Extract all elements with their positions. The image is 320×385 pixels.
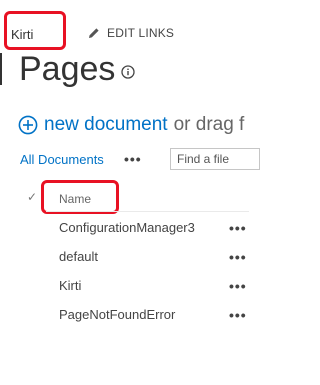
highlight-box-name bbox=[41, 180, 119, 214]
new-document-row: new document or drag f bbox=[18, 114, 244, 136]
row-menu-button[interactable]: ••• bbox=[229, 307, 247, 323]
header-divider bbox=[46, 211, 249, 212]
drag-files-text: or drag f bbox=[173, 114, 245, 135]
info-icon[interactable] bbox=[121, 65, 135, 79]
row-menu-button[interactable]: ••• bbox=[229, 278, 247, 294]
plus-circle-icon[interactable] bbox=[18, 115, 38, 135]
page-title: Pages bbox=[19, 50, 116, 88]
row-menu-button[interactable]: ••• bbox=[229, 220, 247, 236]
view-more-button[interactable]: ••• bbox=[124, 151, 142, 167]
page-title-accent bbox=[0, 53, 2, 85]
file-name-link[interactable]: default bbox=[59, 249, 98, 264]
file-name-link[interactable]: PageNotFoundError bbox=[59, 307, 175, 322]
file-name-link[interactable]: ConfigurationManager3 bbox=[59, 220, 195, 235]
view-all-documents[interactable]: All Documents bbox=[20, 152, 104, 167]
new-document-link[interactable]: new document bbox=[44, 114, 168, 136]
file-name-link[interactable]: Kirti bbox=[59, 278, 81, 293]
find-file-input[interactable] bbox=[170, 148, 260, 170]
edit-links-button[interactable]: EDIT LINKS bbox=[88, 26, 174, 40]
checkmark-icon[interactable]: ✓ bbox=[27, 190, 37, 204]
highlight-box-site bbox=[4, 11, 66, 50]
pencil-icon bbox=[89, 28, 99, 38]
edit-links-label: EDIT LINKS bbox=[107, 26, 175, 40]
row-menu-button[interactable]: ••• bbox=[229, 249, 247, 265]
